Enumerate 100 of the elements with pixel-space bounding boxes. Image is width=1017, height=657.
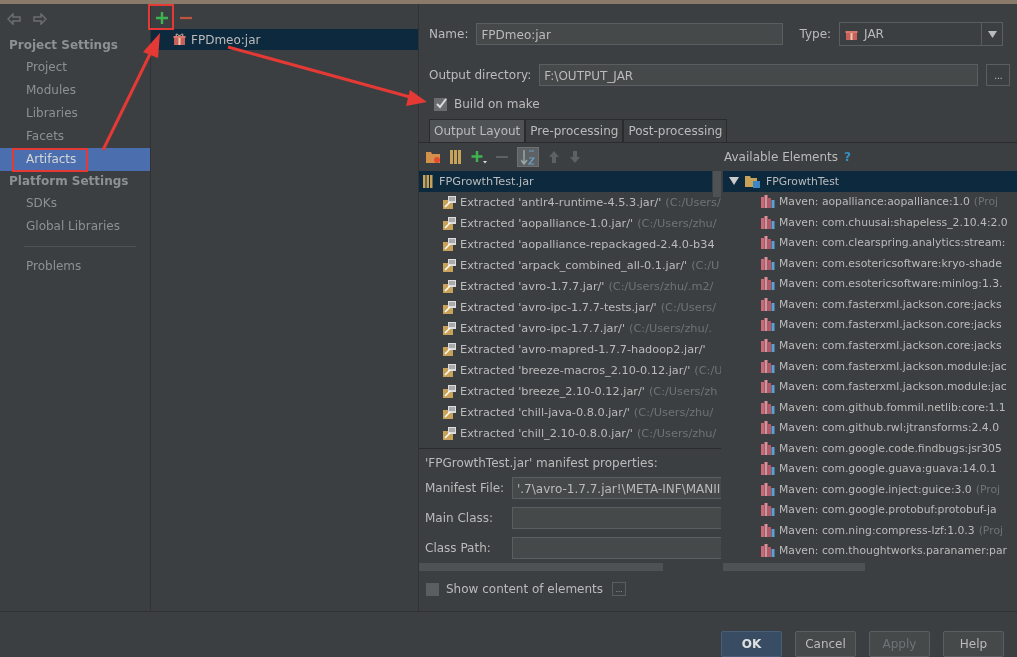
tree-item[interactable]: Maven: com.esotericsoftware:minlog:1.3.: [779, 277, 1003, 291]
library-icon: [761, 195, 775, 209]
sidebar-item[interactable]: Libraries: [0, 102, 150, 125]
library-icon: [761, 441, 775, 455]
tree-item[interactable]: Maven: com.ning:compress-lzf:1.0.3: [779, 523, 975, 537]
tree-item[interactable]: Extracted 'avro-mapred-1.7.7-hadoop2.jar/': [460, 343, 706, 356]
tree-item[interactable]: Extracted 'aopalliance-repackaged-2.4.0-b34: [460, 238, 715, 251]
output-directory-label: Output directory:: [429, 68, 532, 82]
sidebar-item[interactable]: Problems: [0, 255, 150, 278]
artifact-item[interactable]: FPDmeo:jar: [151, 29, 418, 50]
sort-icon: [521, 149, 535, 165]
tab[interactable]: Output Layout: [429, 119, 526, 142]
tree-item[interactable]: Maven: com.chuusai:shapeless_2.10.4:2.0: [779, 215, 1008, 229]
input-field[interactable]: '.7\avro-1.7.7.jar!\META-INF\MANII: [512, 477, 721, 499]
extracted-jar-icon: [443, 259, 456, 272]
library-icon: [761, 297, 775, 311]
add-icon[interactable]: [471, 150, 487, 164]
tree-item[interactable]: Extracted 'avro-1.7.7.jar/': [460, 280, 605, 293]
library-icon: [761, 462, 775, 476]
archive-icon[interactable]: [450, 150, 462, 164]
tree-root-item[interactable]: FPGrowthTest: [723, 171, 1017, 192]
extracted-jar-icon: [443, 280, 456, 293]
tree-item[interactable]: Extracted 'antlr4-runtime-4.5.3.jar/': [460, 196, 662, 209]
extracted-jar-icon: [443, 406, 456, 419]
library-icon: [761, 256, 775, 270]
tree-item[interactable]: Maven: com.fasterxml.jackson.module:jac: [779, 359, 1007, 373]
library-icon: [761, 215, 775, 229]
input-field[interactable]: [512, 507, 721, 529]
tree-item[interactable]: Maven: com.fasterxml.jackson.core:jacks: [779, 339, 1002, 352]
forward-arrow-icon[interactable]: [33, 13, 47, 25]
sidebar-item[interactable]: Project: [0, 56, 150, 79]
tree-item[interactable]: Maven: com.fasterxml.jackson.module:jac: [779, 380, 1007, 394]
sidebar-item[interactable]: Global Libraries: [0, 215, 150, 238]
type-dropdown[interactable]: JAR: [839, 22, 1004, 46]
library-icon: [761, 421, 775, 435]
more-button[interactable]: ...: [612, 582, 627, 596]
add-icon[interactable]: [156, 12, 168, 24]
tree-item[interactable]: Extracted 'avro-ipc-1.7.7-tests.jar/': [460, 301, 657, 314]
tree-item[interactable]: Extracted 'aopalliance-1.0.jar/': [460, 217, 634, 230]
gift-icon: [173, 33, 186, 46]
extracted-jar-icon: [443, 217, 456, 230]
browse-button[interactable]: ...: [986, 64, 1011, 86]
sidebar-item[interactable]: SDKs: [0, 192, 150, 215]
sidebar-item[interactable]: Modules: [0, 79, 150, 102]
library-icon: [761, 400, 775, 414]
tree-item[interactable]: Extracted 'breeze_2.10-0.12.jar/': [460, 385, 645, 398]
library-icon: [761, 482, 775, 496]
tree-item[interactable]: Maven: com.google.inject:guice:3.0: [779, 482, 972, 496]
checkmark-icon: [434, 98, 447, 110]
library-icon: [761, 359, 775, 373]
tree-item[interactable]: Maven: com.esotericsoftware:kryo-shade: [779, 256, 1002, 270]
tab[interactable]: Pre-processing: [525, 119, 624, 142]
dialog-button[interactable]: Help: [943, 631, 1004, 657]
input-field[interactable]: [512, 537, 721, 559]
extracted-jar-icon: [443, 238, 456, 251]
dialog-button[interactable]: OK: [721, 631, 782, 657]
tree-item[interactable]: Maven: aopalliance:aopalliance:1.0: [779, 195, 970, 209]
library-icon: [761, 503, 775, 517]
tree-item[interactable]: Maven: com.google.code.findbugs:jsr305: [779, 441, 1002, 455]
tree-item[interactable]: Extracted 'avro-ipc-1.7.7.jar/': [460, 322, 626, 335]
extracted-jar-icon: [443, 385, 456, 398]
help-link[interactable]: ?: [844, 150, 852, 164]
highlight-frame: [148, 4, 174, 30]
checkbox[interactable]: [426, 582, 439, 596]
tree-item[interactable]: Maven: com.clearspring.analytics:stream:: [779, 236, 1006, 250]
name-field[interactable]: FPDmeo:jar: [476, 23, 784, 45]
tree-item[interactable]: Maven: com.fasterxml.jackson.core:jacks: [779, 318, 1002, 332]
tree-item[interactable]: Maven: com.fasterxml.jackson.core:jacks: [779, 297, 1002, 311]
expand-arrow-icon: [729, 177, 739, 186]
dialog-button[interactable]: Cancel: [795, 631, 856, 657]
folder-icon[interactable]: [425, 150, 441, 164]
scrollbar[interactable]: [713, 171, 721, 197]
tree-item[interactable]: Extracted 'chill_2.10-0.8.0.jar/': [460, 427, 633, 440]
tree-item[interactable]: Extracted 'arpack_combined_all-0.1.jar/': [460, 259, 688, 272]
module-folder-icon: [745, 174, 760, 188]
sort-button[interactable]: [517, 147, 539, 167]
tree-item[interactable]: Maven: com.google.protobuf:protobuf-ja: [779, 503, 997, 517]
name-label: Name:: [429, 27, 469, 41]
type-label: Type:: [799, 27, 832, 41]
caret-icon: [987, 30, 997, 38]
tree-item[interactable]: Maven: com.google.guava:guava:14.0.1: [779, 462, 997, 476]
down-arrow-icon: [569, 150, 581, 164]
tree-item[interactable]: Extracted 'chill-java-0.8.0.jar/': [460, 406, 630, 419]
tree-item[interactable]: Maven: com.github.rwl:jtransforms:2.4.0: [779, 421, 999, 435]
tree-root-item[interactable]: FPGrowthTest.jar: [419, 171, 712, 192]
checkbox[interactable]: [434, 97, 447, 111]
back-arrow-icon[interactable]: [7, 13, 21, 25]
sidebar-item[interactable]: Facets: [0, 125, 150, 148]
scrollbar[interactable]: [419, 563, 663, 571]
extracted-jar-icon: [443, 196, 456, 209]
tree-item[interactable]: Extracted 'breeze-macros_2.10-0.12.jar/': [460, 364, 691, 377]
extracted-jar-icon: [443, 343, 456, 356]
tab[interactable]: Post-processing: [623, 119, 728, 142]
library-icon: [761, 318, 775, 332]
tree-item[interactable]: Maven: com.github.fommil.netlib:core:1.1: [779, 400, 1006, 414]
up-arrow-icon: [548, 150, 560, 164]
library-icon: [761, 236, 775, 250]
tree-item[interactable]: Maven: com.thoughtworks.paranamer:par: [779, 544, 1007, 558]
library-icon: [761, 380, 775, 394]
output-directory-field[interactable]: F:\OUTPUT_JAR: [539, 64, 979, 86]
